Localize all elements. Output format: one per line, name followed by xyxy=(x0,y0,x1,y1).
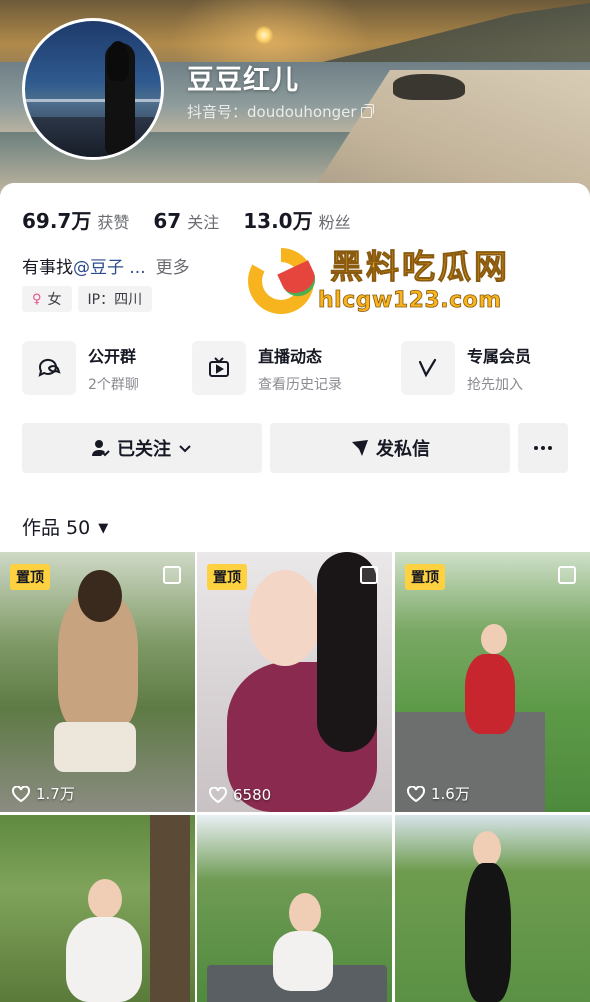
thumbnail-face xyxy=(249,570,321,666)
profile-header-background: 豆豆红儿 抖音号：doudouhonger xyxy=(0,0,590,200)
thumbnail-face xyxy=(473,831,501,867)
female-icon: ♀ xyxy=(32,291,42,307)
douyin-id-text: 抖音号：doudouhonger xyxy=(187,103,357,121)
vip-v-icon xyxy=(401,341,455,395)
rock xyxy=(393,74,465,100)
work-thumbnail[interactable] xyxy=(0,815,195,1002)
heart-icon xyxy=(12,785,30,802)
stat-likes-num: 69.7万 xyxy=(22,209,92,233)
watermark-title: 黑料吃瓜网 xyxy=(330,247,510,287)
thumbnail-tree-trunk xyxy=(150,815,190,1002)
sun xyxy=(255,26,273,44)
feature-sub: 抢先加入 xyxy=(467,376,523,393)
followed-label: 已关注 xyxy=(117,439,171,460)
thumbnail-figure xyxy=(465,654,515,734)
features-row: 公开群 2个群聊 直播动态 查看历史记录 专属会员 抢先加入 xyxy=(22,341,582,395)
thumbnail-figure xyxy=(465,863,511,1002)
thumbnail-figure xyxy=(273,931,333,991)
thumbnail-shorts xyxy=(54,722,136,772)
watermark-url: hlcgw123.com xyxy=(318,288,502,314)
feature-title: 专属会员 xyxy=(467,346,532,366)
work-thumbnail[interactable]: 置顶 6580 xyxy=(197,552,392,812)
feature-title: 公开群 xyxy=(88,346,137,366)
message-button[interactable]: 发私信 xyxy=(270,423,510,473)
thumbnail-figure xyxy=(66,917,142,1002)
ip-label: IP：四川 xyxy=(87,292,143,308)
like-count-text: 6580 xyxy=(233,786,272,804)
stat-following-num: 67 xyxy=(153,209,182,233)
chevron-down-icon xyxy=(179,445,191,453)
avatar-floor xyxy=(25,117,161,157)
thumbnail-hair xyxy=(78,570,122,622)
copy-icon[interactable] xyxy=(360,104,374,118)
pinned-badge: 置顶 xyxy=(405,564,445,590)
heart-icon xyxy=(209,787,227,803)
feature-sub: 查看历史记录 xyxy=(258,376,342,393)
works-tab[interactable]: 作品 50 ▼ xyxy=(22,513,108,540)
stats-row: 69.7万 获赞 67 关注 13.0万 粉丝 xyxy=(22,205,375,234)
followed-button[interactable]: 已关注 xyxy=(22,423,262,473)
bio-more-link[interactable]: 更多 xyxy=(156,258,190,278)
ip-tag: IP：四川 xyxy=(77,286,153,312)
feature-vip[interactable]: 专属会员 抢先加入 xyxy=(401,341,531,395)
stat-following[interactable]: 67 关注 xyxy=(153,209,219,233)
gender-label: 女 xyxy=(47,292,62,308)
avatar[interactable] xyxy=(22,18,164,160)
like-count-text: 1.7万 xyxy=(36,785,75,803)
bio: 有事找@豆子 ... 更多 xyxy=(22,253,190,278)
gender-tag: ♀ 女 xyxy=(22,286,72,312)
bio-text: 有事找 xyxy=(22,258,73,278)
stat-following-label: 关注 xyxy=(187,213,220,232)
feature-sub: 2个群聊 xyxy=(88,376,139,393)
works-grid: 置顶 1.7万 置顶 6580 置顶 1.6万 xyxy=(0,552,590,1002)
avatar-hair xyxy=(107,41,129,81)
thumbnail-face xyxy=(88,879,122,919)
thumbnail-face xyxy=(481,624,507,654)
feature-live-history[interactable]: 直播动态 查看历史记录 xyxy=(192,341,342,395)
work-thumbnail[interactable]: 置顶 1.6万 xyxy=(395,552,590,812)
bio-mention-link[interactable]: @豆子 ... xyxy=(73,258,146,278)
select-checkbox[interactable] xyxy=(558,566,576,584)
stat-likes[interactable]: 69.7万 获赞 xyxy=(22,205,129,234)
stat-likes-label: 获赞 xyxy=(97,213,130,232)
select-checkbox[interactable] xyxy=(360,566,378,584)
work-thumbnail[interactable]: 置顶 1.7万 xyxy=(0,552,195,812)
pinned-badge: 置顶 xyxy=(10,564,50,590)
more-button[interactable] xyxy=(518,423,568,473)
stat-followers[interactable]: 13.0万 粉丝 xyxy=(243,205,350,234)
pinned-badge: 置顶 xyxy=(207,564,247,590)
feature-title: 直播动态 xyxy=(258,346,323,366)
more-dots-icon xyxy=(534,446,552,450)
heart-icon xyxy=(407,785,425,802)
user-check-icon xyxy=(92,440,110,457)
tv-live-icon xyxy=(192,341,246,395)
avatar-railing xyxy=(25,99,161,102)
message-label: 发私信 xyxy=(376,439,430,460)
chat-group-icon xyxy=(22,341,76,395)
stat-followers-num: 13.0万 xyxy=(243,209,313,233)
thumbnail-face xyxy=(289,893,321,933)
tags-row: ♀ 女 IP：四川 xyxy=(22,286,158,312)
work-thumbnail[interactable] xyxy=(197,815,392,1002)
nickname: 豆豆红儿 xyxy=(187,65,299,96)
like-count: 6580 xyxy=(209,786,271,804)
douyin-id[interactable]: 抖音号：doudouhonger xyxy=(187,101,374,122)
feature-public-group[interactable]: 公开群 2个群聊 xyxy=(22,341,139,395)
like-count-text: 1.6万 xyxy=(431,785,470,803)
stat-followers-label: 粉丝 xyxy=(318,213,351,232)
like-count: 1.6万 xyxy=(407,783,470,804)
like-count: 1.7万 xyxy=(12,783,75,804)
works-label: 作品 50 xyxy=(22,517,91,539)
caret-down-icon: ▼ xyxy=(98,521,109,536)
select-checkbox[interactable] xyxy=(163,566,181,584)
send-icon xyxy=(352,440,368,456)
work-thumbnail[interactable] xyxy=(395,815,590,1002)
